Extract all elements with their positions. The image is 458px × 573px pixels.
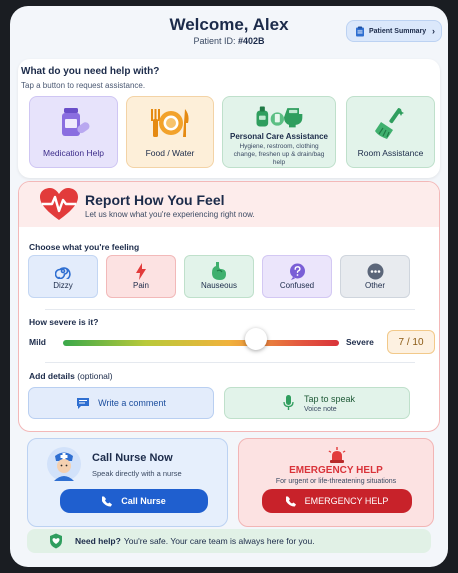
personal-care-button[interactable]: Personal Care Assistance Hygiene, restro…	[222, 96, 336, 168]
phone-icon	[285, 496, 296, 506]
details-label: Add details (optional)	[29, 371, 113, 381]
divider	[45, 309, 415, 310]
personal-care-sublabel: Hygiene, restroom, clothing change, fres…	[233, 143, 325, 166]
feeling-pain-label: Pain	[132, 281, 149, 290]
heart-pulse-icon	[40, 188, 78, 220]
details-optional-text: (optional)	[77, 371, 113, 381]
patient-id-label: Patient ID:	[193, 36, 236, 46]
lightning-icon	[136, 262, 146, 280]
room-assistance-label: Room Assistance	[357, 148, 424, 158]
phone-icon	[102, 496, 113, 506]
pill-bottle-icon	[61, 108, 89, 136]
patient-id-value: #402B	[238, 36, 265, 46]
severity-slider-thumb[interactable]	[245, 328, 268, 350]
severity-label: How severe is it?	[29, 317, 99, 327]
emergency-title: EMERGENCY HELP	[289, 465, 383, 476]
nurse-avatar-icon	[47, 447, 81, 481]
severity-value-badge: 7 / 10	[387, 330, 435, 354]
feelings-label: Choose what you're feeling	[29, 242, 140, 252]
feeling-dizzy-label: Dizzy	[53, 281, 73, 290]
call-nurse-card: Call Nurse Now Speak directly with a nur…	[27, 438, 228, 527]
help-bar-text: You're safe. Your care team is always he…	[123, 536, 315, 546]
personal-care-icon	[256, 106, 303, 128]
personal-care-label: Personal Care Assistance	[230, 132, 328, 141]
call-nurse-title: Call Nurse Now	[92, 452, 173, 464]
more-dots-icon	[367, 263, 383, 279]
emergency-help-button[interactable]: EMERGENCY HELP	[262, 489, 412, 513]
call-nurse-label: Call Nurse	[121, 496, 166, 506]
chevron-right-icon: ›	[432, 26, 435, 36]
question-bubble-icon	[289, 263, 305, 280]
medication-help-label: Medication Help	[43, 148, 104, 158]
patient-summary-button[interactable]: Patient Summary ›	[346, 20, 442, 42]
microphone-icon	[283, 395, 294, 410]
divider	[45, 362, 415, 363]
dizzy-spiral-icon	[55, 267, 71, 279]
report-subtitle: Let us know what you're experiencing rig…	[85, 210, 255, 219]
feeling-nauseous-button[interactable]: Nauseous	[184, 255, 254, 298]
feeling-nauseous-label: Nauseous	[200, 281, 238, 290]
feeling-other-button[interactable]: Other	[340, 255, 410, 298]
severity-max-label: Severe	[346, 337, 374, 347]
clipboard-icon	[356, 26, 364, 36]
feeling-confused-button[interactable]: Confused	[262, 255, 332, 298]
write-comment-button[interactable]: Write a comment	[28, 387, 214, 419]
report-title: Report How You Feel	[85, 192, 225, 208]
report-header	[19, 182, 439, 227]
voice-note-label: Voice note	[304, 405, 337, 413]
room-assistance-button[interactable]: Room Assistance	[346, 96, 435, 168]
broom-icon	[374, 108, 404, 139]
severity-slider-track[interactable]	[63, 340, 339, 346]
feeling-pain-button[interactable]: Pain	[106, 255, 176, 298]
details-label-text: Add details	[29, 371, 75, 381]
call-nurse-subtitle: Speak directly with a nurse	[92, 469, 182, 478]
siren-icon	[328, 447, 346, 463]
feeling-dizzy-button[interactable]: Dizzy	[28, 255, 98, 298]
feeling-confused-label: Confused	[279, 281, 315, 290]
tablet-screen: Welcome, Alex Patient ID: #402B Patient …	[10, 6, 448, 567]
severity-min-label: Mild	[29, 337, 46, 347]
help-question-title: What do you need help with?	[21, 66, 160, 77]
stomach-icon	[212, 262, 226, 280]
emergency-subtitle: For urgent or life-threatening situation…	[275, 478, 397, 485]
shield-heart-icon	[50, 533, 62, 549]
medication-help-button[interactable]: Medication Help	[29, 96, 118, 168]
write-comment-label: Write a comment	[98, 398, 166, 408]
tap-to-speak-button[interactable]: Tap to speak Voice note	[224, 387, 410, 419]
feeling-other-label: Other	[364, 281, 385, 290]
help-question-subtitle: Tap a button to request assistance.	[21, 81, 146, 90]
patient-summary-label: Patient Summary	[369, 27, 427, 35]
tap-to-speak-label: Tap to speak	[304, 393, 356, 404]
plate-cutlery-icon	[151, 109, 189, 137]
report-feelings-panel: Report How You Feel Let us know what you…	[18, 181, 440, 432]
food-water-label: Food / Water	[145, 148, 195, 158]
help-bar-bold: Need help?	[75, 536, 121, 546]
reassurance-bar: Need help? You're safe. Your care team i…	[27, 529, 431, 553]
food-water-button[interactable]: Food / Water	[126, 96, 214, 168]
call-nurse-button[interactable]: Call Nurse	[60, 489, 208, 513]
emergency-help-label: EMERGENCY HELP	[304, 496, 389, 506]
emergency-card: EMERGENCY HELP For urgent or life-threat…	[238, 438, 434, 527]
comment-icon	[77, 397, 90, 409]
